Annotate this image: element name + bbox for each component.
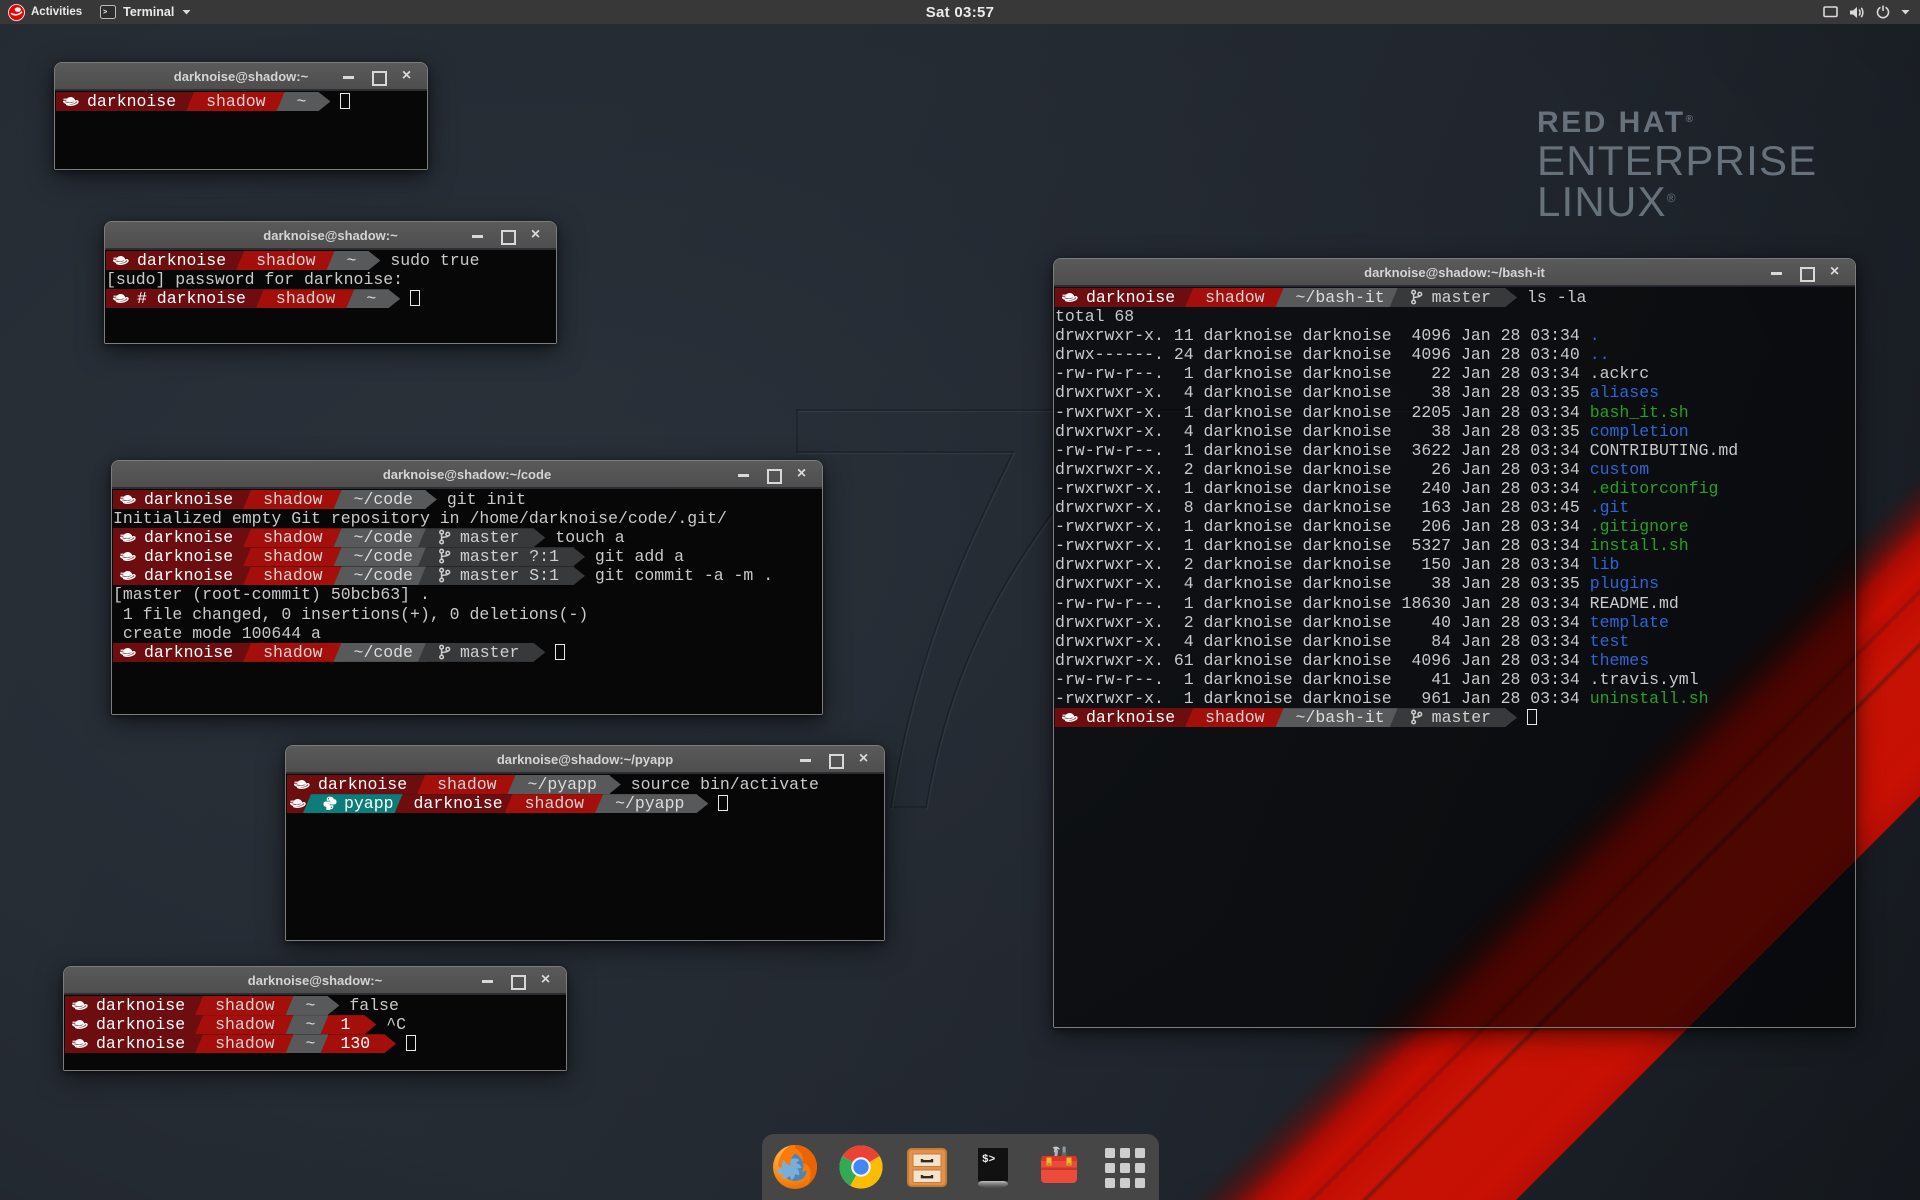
svg-text:$>: $> [982, 1154, 996, 1166]
